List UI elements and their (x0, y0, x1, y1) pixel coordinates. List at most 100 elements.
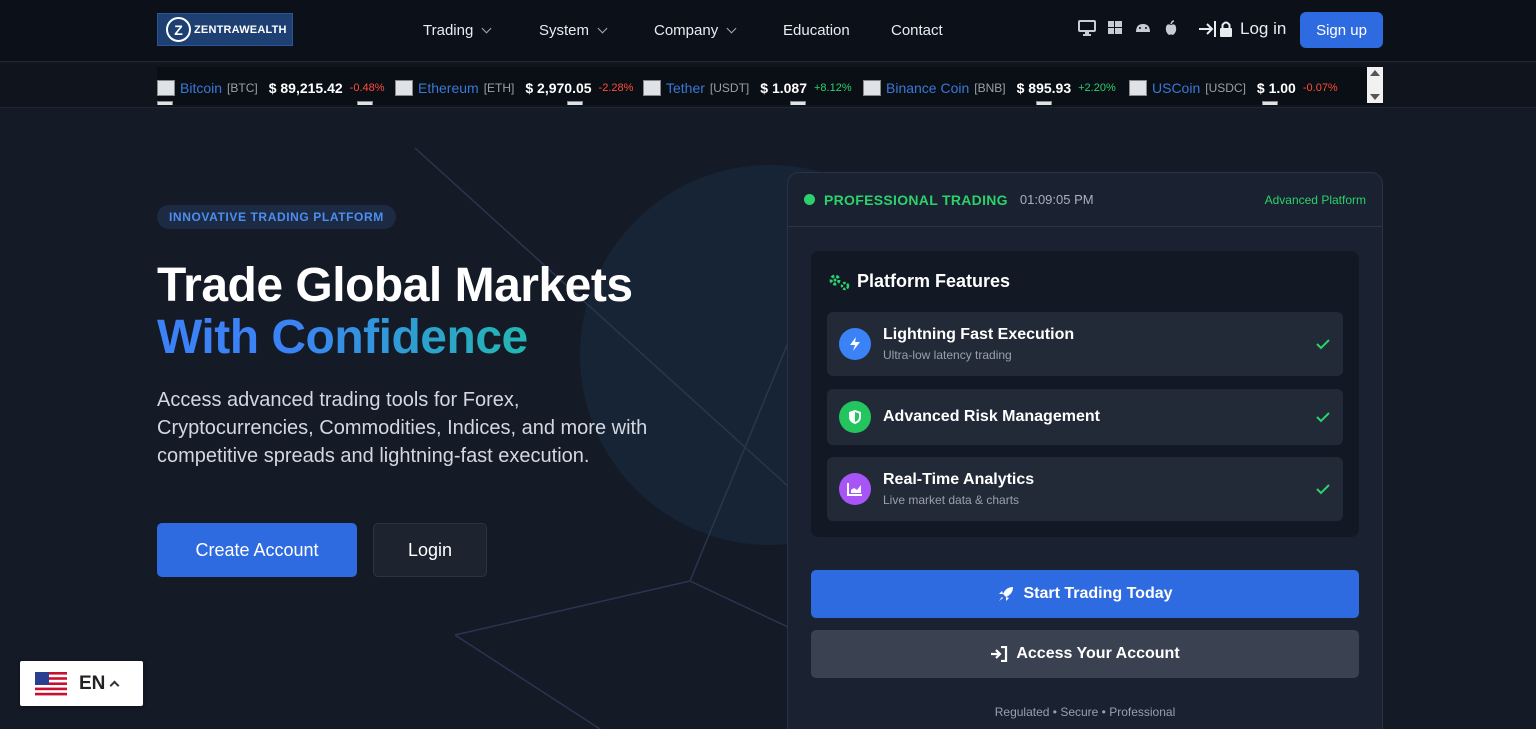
nav-company-label: Company (654, 22, 719, 39)
hero-title-line2: With Confidence (157, 311, 528, 364)
ticker-scrollbar[interactable] (1367, 67, 1383, 103)
ticker-symbol: [ETH] (483, 81, 515, 95)
ticker-name: Binance Coin (886, 80, 970, 96)
feature-name: Real-Time Analytics (883, 471, 1035, 488)
logo-text: ZENTRAWEALTH (194, 23, 287, 36)
feature-item-execution: Lightning Fast Execution Ultra-low laten… (827, 312, 1343, 376)
ticker-change: -0.07% (1302, 82, 1338, 94)
us-flag-icon (35, 671, 67, 696)
feature-item-risk: Advanced Risk Management (827, 389, 1343, 445)
ticker-price: $ 1.00 (1256, 80, 1296, 96)
scroll-up-icon[interactable] (1370, 70, 1380, 76)
apple-icon[interactable] (1162, 20, 1180, 36)
shield-icon (839, 401, 871, 433)
top-navbar: Z ZENTRAWEALTH Trading System Company Ed… (0, 0, 1536, 62)
nav-contact[interactable]: Contact (891, 22, 943, 39)
login-arrow-lock-icon (1199, 21, 1232, 37)
feature-name: Advanced Risk Management (883, 408, 1100, 425)
ticker-price: $ 2,970.05 (525, 80, 592, 96)
chevron-up-icon (109, 680, 120, 691)
check-icon (1316, 412, 1330, 423)
broken-image-icon (567, 101, 583, 105)
sign-in-icon (991, 646, 1008, 662)
broken-image-icon (1262, 101, 1278, 105)
ticker-symbol: [USDC] (1205, 81, 1246, 95)
broken-image-icon (157, 80, 175, 96)
status-time: 01:09:05 PM (1019, 192, 1094, 207)
signup-button[interactable]: Sign up (1300, 12, 1383, 48)
nav-system[interactable]: System (539, 22, 608, 39)
check-icon (1316, 339, 1330, 350)
broken-image-icon (643, 80, 661, 96)
ticker-item-usdc[interactable]: USCoin [USDC] $ 1.00 -0.07% (1129, 80, 1338, 96)
nav-trading[interactable]: Trading (423, 22, 492, 39)
ticker-name: Bitcoin (180, 80, 223, 96)
broken-image-icon (357, 101, 373, 105)
gears-icon (829, 274, 850, 290)
chevron-down-icon (481, 23, 492, 34)
ticker-item-usdt[interactable]: Tether [USDT] $ 1.087 +8.12% (643, 80, 852, 96)
ticker-change: +2.20% (1078, 82, 1116, 94)
feature-sub: Live market data & charts (883, 493, 1020, 507)
card-header: PROFESSIONAL TRADING 01:09:05 PM Advance… (788, 173, 1382, 227)
ticker-item-bnb[interactable]: Binance Coin [BNB] $ 895.93 +2.20% (863, 80, 1116, 96)
create-account-button[interactable]: Create Account (157, 523, 357, 577)
chevron-down-icon (597, 23, 608, 34)
rocket-icon (999, 587, 1014, 601)
broken-image-icon (790, 101, 806, 105)
card-footer: Regulated • Secure • Professional (994, 705, 1176, 719)
nav-education[interactable]: Education (783, 22, 850, 39)
scroll-down-icon[interactable] (1370, 94, 1380, 100)
platform-icons (1078, 20, 1180, 36)
check-icon (1316, 484, 1330, 495)
broken-image-icon (395, 80, 413, 96)
ticker-item-eth[interactable]: Ethereum [ETH] $ 2,970.05 -2.28% (395, 80, 633, 96)
ticker-symbol: [BNB] (974, 81, 1006, 95)
broken-image-icon (157, 101, 173, 105)
ticker-price: $ 1.087 (760, 80, 807, 96)
ticker-price: $ 895.93 (1016, 80, 1072, 96)
login-link[interactable]: Log in (1198, 19, 1286, 39)
ticker-change: +8.12% (813, 82, 852, 94)
start-trading-button[interactable]: Start Trading Today (811, 570, 1359, 618)
hero-login-button[interactable]: Login (373, 523, 487, 577)
feature-item-analytics: Real-Time Analytics Live market data & c… (827, 457, 1343, 521)
access-account-button[interactable]: Access Your Account (811, 630, 1359, 678)
features-panel: Platform Features Lightning Fast Executi… (811, 251, 1359, 537)
hero-badge: INNOVATIVE TRADING PLATFORM (157, 205, 396, 229)
android-icon[interactable] (1134, 20, 1152, 36)
language-selector[interactable]: EN (20, 661, 143, 706)
ticker-symbol: [BTC] (227, 81, 258, 95)
status-dot-icon (804, 194, 815, 205)
brand-logo[interactable]: Z ZENTRAWEALTH (157, 13, 293, 46)
chart-icon (839, 473, 871, 505)
hero-description: Access advanced trading tools for Forex,… (157, 389, 648, 467)
login-link-label: Log in (1240, 19, 1287, 38)
hero-title-line1: Trade Global Markets (157, 259, 633, 312)
ticker-change: -2.28% (598, 82, 634, 94)
broken-image-icon (1036, 101, 1052, 105)
nav-education-label: Education (783, 22, 850, 39)
ticker-track: Bitcoin [BTC] $ 89,215.42 -0.48% Ethereu… (157, 67, 1383, 105)
broken-image-icon (863, 80, 881, 96)
access-account-label: Access Your Account (1016, 645, 1180, 662)
ticker-symbol: [USDT] (709, 81, 750, 95)
broken-image-icon (1129, 80, 1147, 96)
features-heading: Platform Features (827, 271, 1010, 292)
ticker-change: -0.48% (349, 82, 385, 94)
chevron-down-icon (726, 23, 737, 34)
nav-trading-label: Trading (423, 22, 474, 39)
language-code: EN (79, 672, 106, 694)
nav-system-label: System (539, 22, 590, 39)
ticker-item-btc[interactable]: Bitcoin [BTC] $ 89,215.42 -0.48% (157, 80, 385, 96)
nav-company[interactable]: Company (654, 22, 737, 39)
bolt-icon (839, 328, 871, 360)
logo-mark-icon: Z (166, 17, 191, 42)
status-label: PROFESSIONAL TRADING (824, 191, 1008, 208)
platform-tag: Advanced Platform (1264, 192, 1366, 207)
desktop-icon[interactable] (1078, 20, 1096, 36)
trading-card: PROFESSIONAL TRADING 01:09:05 PM Advance… (787, 172, 1383, 729)
start-trading-label: Start Trading Today (1023, 585, 1173, 602)
price-ticker: Bitcoin [BTC] $ 89,215.42 -0.48% Ethereu… (0, 63, 1536, 108)
windows-icon[interactable] (1106, 20, 1124, 36)
